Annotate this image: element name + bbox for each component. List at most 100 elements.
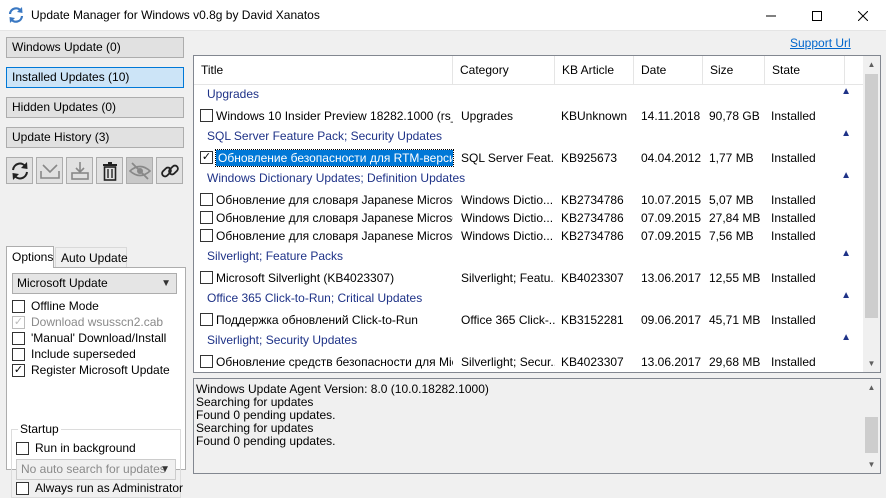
collapse-icon[interactable]: ▲: [841, 248, 851, 259]
uninstall-button[interactable]: [96, 157, 123, 184]
cell-category: Office 365 Click-...: [461, 313, 555, 327]
log-line: Searching for updates: [196, 395, 314, 409]
always-admin-label: Always run as Administrator: [35, 481, 184, 495]
list-item[interactable]: Обновление средств безопасности для Micr…: [194, 353, 864, 371]
installed-updates-button[interactable]: Installed Updates (10): [6, 67, 184, 88]
collapse-icon[interactable]: ▲: [841, 290, 851, 301]
offline-mode-box[interactable]: [12, 299, 25, 313]
include-superseded-checkbox[interactable]: Include superseded: [12, 346, 136, 362]
update-history-button[interactable]: Update History (3): [6, 127, 184, 148]
group-header[interactable]: SQL Server Feature Pack; Security Update…: [194, 127, 864, 147]
cell-date: 14.11.2018: [641, 109, 701, 123]
chevron-down-icon: ▼: [160, 464, 170, 475]
include-superseded-box[interactable]: [12, 347, 25, 361]
tab-auto-update[interactable]: Auto Update: [55, 247, 128, 268]
log-line: Found 0 pending updates.: [196, 408, 336, 422]
manual-download-checkbox[interactable]: 'Manual' Download/Install: [12, 330, 166, 346]
manual-download-box[interactable]: [12, 331, 25, 345]
windows-update-button[interactable]: Windows Update (0): [6, 37, 184, 58]
group-header[interactable]: Office 365 Click-to-Run; Critical Update…: [194, 289, 864, 309]
updates-list[interactable]: Title Category KB Article Date Size Stat…: [193, 55, 881, 373]
cell-size: 7,56 MB: [709, 229, 754, 243]
download-cab-box[interactable]: ✓: [12, 315, 25, 329]
list-item[interactable]: Поддержка обновлений Click-to-Run Office …: [194, 311, 864, 329]
row-checkbox[interactable]: [200, 271, 213, 284]
install-button[interactable]: [66, 157, 93, 184]
download-button[interactable]: [36, 157, 63, 184]
refresh-button[interactable]: [6, 157, 33, 184]
hidden-updates-button[interactable]: Hidden Updates (0): [6, 97, 184, 118]
support-url-link[interactable]: Support Url: [790, 36, 851, 50]
always-admin-box[interactable]: [16, 481, 29, 495]
row-checkbox[interactable]: [200, 355, 213, 368]
auto-search-select[interactable]: No auto search for updates ▼: [16, 459, 176, 480]
row-checkbox[interactable]: [200, 193, 213, 206]
list-item[interactable]: Microsoft Silverlight (KB4023307) Silverl…: [194, 269, 864, 287]
download-cab-checkbox[interactable]: ✓ Download wsusscn2.cab: [12, 314, 163, 330]
tab-options[interactable]: Options: [6, 246, 54, 268]
hide-update-button[interactable]: [126, 157, 153, 184]
list-item[interactable]: ✓ Обновление безопасности для RTM-версии …: [194, 149, 864, 167]
always-admin-checkbox[interactable]: Always run as Administrator: [16, 480, 183, 496]
group-header[interactable]: Windows Dictionary Updates; Definition U…: [194, 169, 864, 189]
offline-mode-label: Offline Mode: [31, 299, 99, 313]
run-in-background-box[interactable]: [16, 441, 29, 455]
scroll-down-icon[interactable]: ▼: [863, 456, 880, 473]
row-checkbox[interactable]: ✓: [200, 151, 213, 164]
list-item[interactable]: Обновление для словаря Japanese Microsof…: [194, 209, 864, 227]
cell-kb: KB2734786: [561, 211, 624, 225]
scroll-up-icon[interactable]: ▲: [863, 379, 880, 396]
collapse-icon[interactable]: ▲: [841, 86, 851, 97]
cell-category: Upgrades: [461, 109, 514, 123]
log-line: Searching for updates: [196, 421, 314, 435]
cell-title: Обновление для словаря Japanese Microsof…: [216, 229, 453, 243]
cell-title: Обновление безопасности для RTM-версии .…: [215, 149, 454, 167]
close-button[interactable]: [840, 0, 886, 31]
collapse-icon[interactable]: ▲: [841, 332, 851, 343]
column-date[interactable]: Date: [634, 56, 703, 85]
maximize-button[interactable]: [794, 0, 840, 31]
group-header[interactable]: Silverlight; Feature Packs ▲: [194, 247, 864, 267]
column-kb-article[interactable]: KB Article: [555, 56, 634, 85]
list-item[interactable]: Windows 10 Insider Preview 18282.1000 (r…: [194, 107, 864, 125]
scroll-thumb[interactable]: [865, 417, 878, 453]
scroll-down-icon[interactable]: ▼: [863, 355, 880, 372]
group-label: Office 365 Click-to-Run; Critical Update…: [207, 291, 423, 305]
group-label: SQL Server Feature Pack; Security Update…: [207, 129, 442, 143]
list-scrollbar[interactable]: ▲ ▼: [863, 56, 880, 372]
list-item[interactable]: Обновление для словаря Japanese Microsof…: [194, 191, 864, 209]
column-size[interactable]: Size: [703, 56, 765, 85]
column-category[interactable]: Category: [453, 56, 555, 85]
options-panel: Microsoft Update ▼ Offline Mode ✓ Downlo…: [6, 267, 186, 498]
cell-state: Installed: [771, 193, 816, 207]
log-panel[interactable]: Windows Update Agent Version: 8.0 (10.0.…: [193, 378, 881, 474]
scroll-up-icon[interactable]: ▲: [863, 56, 880, 73]
offline-mode-checkbox[interactable]: Offline Mode: [12, 298, 99, 314]
run-in-background-checkbox[interactable]: Run in background: [16, 440, 136, 456]
row-checkbox[interactable]: [200, 313, 213, 326]
cell-state: Installed: [771, 151, 816, 165]
register-ms-update-box[interactable]: ✓: [12, 363, 25, 377]
column-state[interactable]: State: [765, 56, 845, 85]
register-ms-update-checkbox[interactable]: ✓ Register Microsoft Update: [12, 362, 170, 378]
group-header[interactable]: Upgrades ▲: [194, 85, 864, 105]
cell-title: Обновление средств безопасности для Micr…: [216, 355, 453, 369]
cell-date: 13.06.2017: [641, 271, 702, 285]
cell-state: Installed: [771, 313, 816, 327]
include-superseded-label: Include superseded: [31, 347, 136, 361]
row-checkbox[interactable]: [200, 211, 213, 224]
update-source-select[interactable]: Microsoft Update ▼: [12, 273, 177, 294]
row-checkbox[interactable]: [200, 109, 213, 122]
cell-kb: KB4023307: [561, 271, 624, 285]
collapse-icon[interactable]: ▲: [841, 170, 851, 181]
column-title[interactable]: Title: [194, 56, 453, 85]
app-icon: [8, 7, 24, 23]
group-header[interactable]: Silverlight; Security Updates ▲: [194, 331, 864, 351]
collapse-icon[interactable]: ▲: [841, 128, 851, 139]
row-checkbox[interactable]: [200, 229, 213, 242]
link-button[interactable]: [156, 157, 183, 184]
minimize-button[interactable]: [748, 0, 794, 31]
log-scrollbar[interactable]: ▲ ▼: [863, 379, 880, 473]
list-item[interactable]: Обновление для словаря Japanese Microsof…: [194, 227, 864, 245]
scroll-thumb[interactable]: [865, 74, 878, 318]
